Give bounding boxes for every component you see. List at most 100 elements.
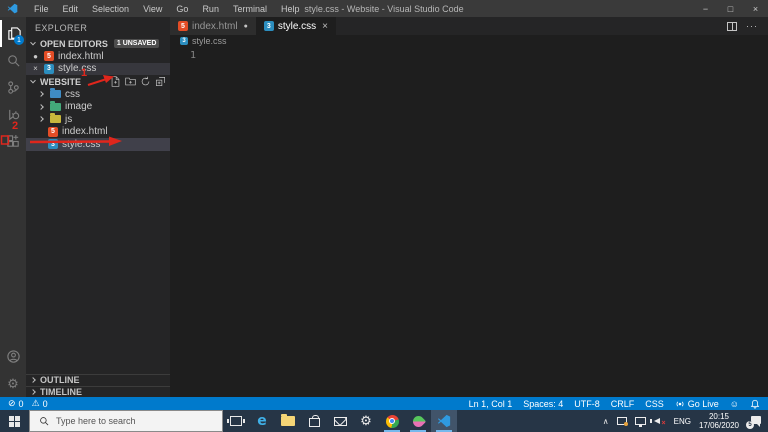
close-button[interactable]: × [743, 0, 768, 17]
menu-run[interactable]: Run [195, 4, 226, 14]
go-live-button[interactable]: Go Live [675, 399, 719, 409]
file-explorer-taskbar-button[interactable] [275, 410, 301, 432]
new-folder-icon[interactable] [125, 76, 136, 87]
clock-date: 17/06/2020 [698, 421, 739, 430]
open-editor-style-css[interactable]: × 3 style.css [26, 62, 170, 75]
network-icon[interactable] [634, 417, 646, 427]
menu-edit[interactable]: Edit [56, 4, 86, 14]
tree-item-js-folder[interactable]: js [26, 113, 170, 126]
source-control-activity-button[interactable] [0, 74, 26, 101]
menu-view[interactable]: View [136, 4, 169, 14]
chrome-taskbar-button[interactable] [379, 410, 405, 432]
chevron-right-icon [38, 103, 44, 110]
tab-index-html[interactable]: 5 index.html ● [170, 17, 256, 35]
vscode-icon [437, 414, 451, 428]
split-editor-icon[interactable] [727, 21, 737, 31]
chevron-right-icon [38, 116, 44, 123]
problems-errors[interactable]: ⊘ 0 [8, 398, 24, 409]
task-view-button[interactable] [223, 410, 249, 432]
tab-style-css[interactable]: 3 style.css × [255, 17, 336, 35]
html-file-icon: 5 [48, 126, 58, 137]
taskbar-search-box[interactable]: Type here to search [29, 410, 223, 432]
vscode-taskbar-button[interactable] [431, 410, 457, 432]
close-tab-icon[interactable]: × [322, 21, 328, 32]
run-debug-activity-button[interactable] [0, 101, 26, 128]
search-icon [40, 417, 49, 426]
minimize-button[interactable]: − [693, 0, 718, 17]
warning-count: 0 [42, 398, 48, 409]
paint-app-taskbar-button[interactable] [405, 410, 431, 432]
website-section-header[interactable]: WEBSITE [26, 75, 170, 88]
clock-time: 20:15 [708, 412, 729, 421]
menu-selection[interactable]: Selection [85, 4, 136, 14]
encoding[interactable]: UTF-8 [574, 399, 600, 409]
breadcrumb-item[interactable]: style.css [192, 36, 227, 46]
menu-help[interactable]: Help [274, 4, 307, 14]
outline-section-header[interactable]: OUTLINE [26, 374, 170, 386]
menu-go[interactable]: Go [169, 4, 195, 14]
open-editor-index-html[interactable]: ● 5 index.html [26, 50, 170, 63]
language-mode[interactable]: CSS [645, 399, 664, 409]
line-number: 1 [190, 50, 197, 61]
notifications-bell-icon[interactable] [750, 399, 760, 409]
manage-button[interactable]: ⚙ [0, 370, 26, 397]
css-file-icon: 3 [48, 139, 58, 150]
editor-content[interactable]: 1 [170, 47, 768, 397]
chevron-down-icon [30, 77, 36, 83]
error-count: 0 [18, 398, 24, 409]
refresh-explorer-icon[interactable] [140, 76, 151, 87]
action-center-button[interactable]: 5 [746, 415, 761, 429]
collapse-folders-icon[interactable] [155, 76, 166, 87]
task-view-icon [227, 416, 245, 426]
mail-taskbar-button[interactable] [327, 410, 353, 432]
file-explorer-icon [281, 414, 295, 426]
extensions-activity-button[interactable] [0, 128, 26, 155]
sidebar-title: EXPLORER [35, 23, 88, 33]
problems-warnings[interactable]: ⚠ 0 [32, 398, 48, 409]
outline-label: OUTLINE [40, 375, 80, 386]
account-button[interactable] [0, 343, 26, 370]
go-live-label: Go Live [687, 398, 719, 409]
vscode-logo-icon [7, 3, 18, 14]
breadcrumb[interactable]: 3 style.css [170, 35, 768, 47]
debug-icon [8, 109, 19, 121]
cursor-position[interactable]: Ln 1, Col 1 [469, 399, 513, 409]
modified-dot-icon: ● [243, 22, 248, 30]
editor-group: 5 index.html ● 3 style.css × ··· 3 style… [170, 17, 768, 397]
new-file-icon[interactable] [110, 76, 121, 87]
start-button[interactable] [0, 410, 29, 432]
chevron-right-icon [30, 377, 36, 384]
paint-app-icon [410, 413, 426, 429]
close-editor-icon[interactable]: × [31, 64, 40, 73]
feedback-smiley-icon[interactable]: ☺ [730, 399, 739, 409]
eol-sequence[interactable]: CRLF [611, 399, 635, 409]
tree-item-image-folder[interactable]: image [26, 100, 170, 114]
menu-file[interactable]: File [27, 4, 56, 14]
source-control-icon [7, 81, 19, 94]
image-folder-icon [50, 100, 61, 111]
css-folder-icon [50, 88, 61, 99]
edge-taskbar-button[interactable]: e [249, 410, 275, 432]
tray-app-icon[interactable] [616, 417, 628, 426]
more-actions-icon[interactable]: ··· [746, 21, 758, 31]
volume-muted-icon[interactable]: × [649, 416, 666, 427]
open-editor-label: style.css [58, 63, 97, 75]
explorer-activity-button[interactable]: 1 [0, 20, 26, 47]
search-activity-button[interactable] [0, 47, 26, 74]
input-language[interactable]: ENG [674, 417, 691, 426]
taskbar-clock[interactable]: 20:15 17/06/2020 [699, 412, 739, 430]
tray-expand-icon[interactable]: ∧ [603, 417, 609, 426]
maximize-button[interactable]: □ [718, 0, 743, 17]
open-editors-header[interactable]: OPEN EDITORS 1 UNSAVED [26, 37, 170, 50]
indentation[interactable]: Spaces: 4 [523, 399, 563, 409]
screen: File Edit Selection View Go Run Terminal… [0, 0, 768, 432]
tree-item-label: style.css [62, 138, 101, 150]
timeline-section-header[interactable]: TIMELINE [26, 385, 170, 398]
tree-item-index-html[interactable]: 5 index.html [26, 126, 170, 139]
tree-item-style-css[interactable]: 3 style.css [26, 138, 170, 151]
menu-terminal[interactable]: Terminal [226, 4, 274, 14]
tree-item-css-folder[interactable]: css [26, 88, 170, 101]
store-taskbar-button[interactable] [301, 410, 327, 432]
settings-taskbar-button[interactable]: ⚙ [353, 410, 379, 432]
chevron-right-icon [30, 388, 36, 395]
